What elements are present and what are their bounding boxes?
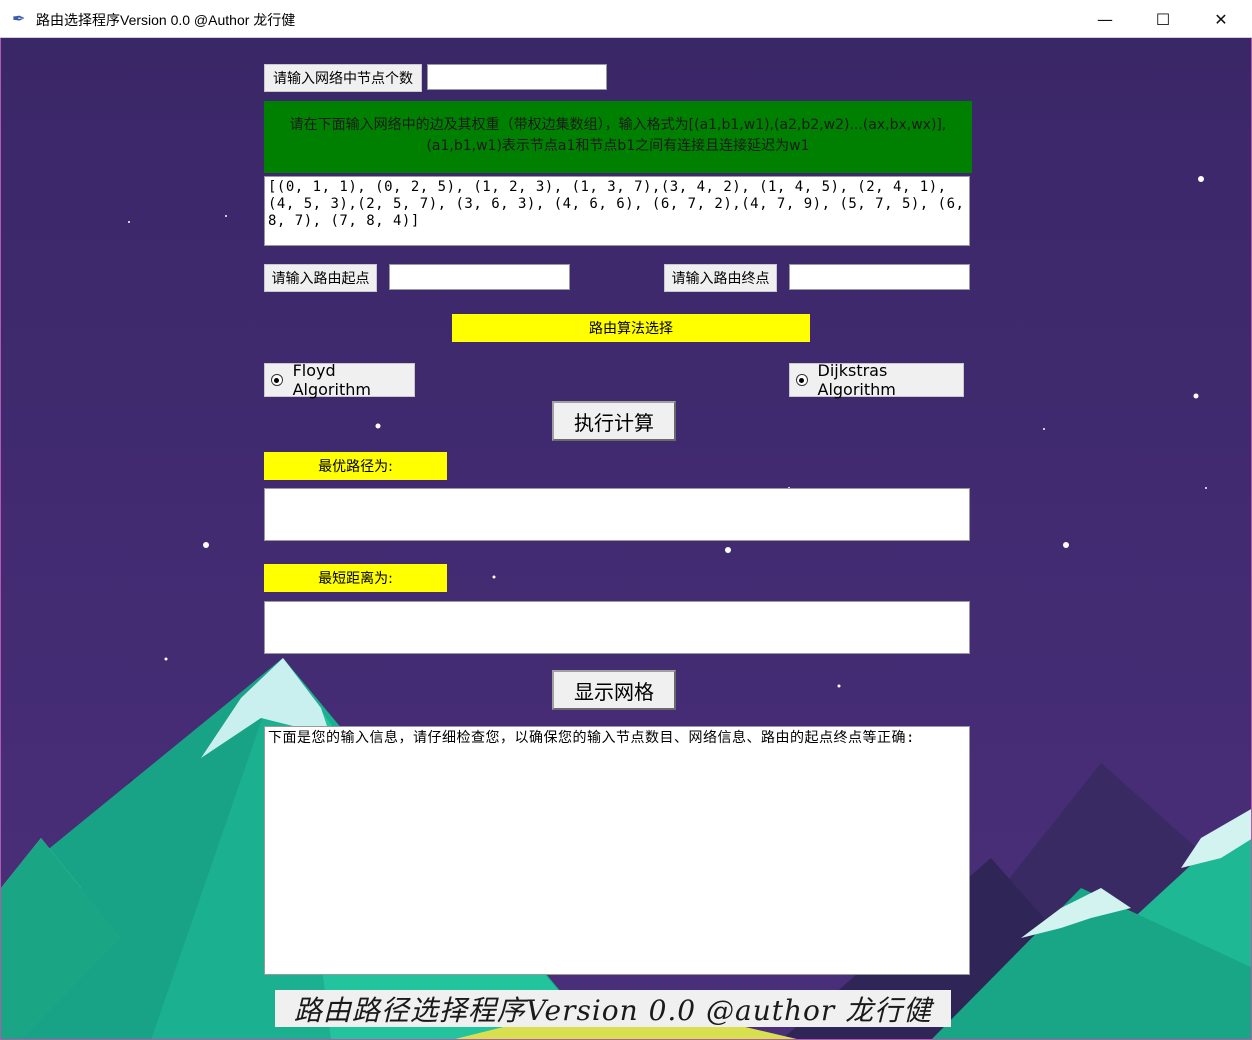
best-path-label: 最优路径为: <box>264 452 447 480</box>
shortest-distance-label: 最短距离为: <box>264 564 447 592</box>
dijkstra-radio[interactable]: Dijkstras Algorithm <box>789 361 964 399</box>
node-count-label: 请输入网络中节点个数 <box>264 64 422 92</box>
app-content: 请输入网络中节点个数 请在下面输入网络中的边及其权重（带权边集数组），输入格式为… <box>0 38 1252 1040</box>
close-button[interactable]: ✕ <box>1192 0 1250 38</box>
input-summary-textarea[interactable]: 下面是您的输入信息，请仔细检查您，以确保您的输入节点数目、网络信息、路由的起点终… <box>264 726 970 975</box>
close-icon: ✕ <box>1214 9 1228 29</box>
window-titlebar: ✒ 路由选择程序Version 0.0 @Author 龙行健 — ☐ ✕ <box>0 0 1252 38</box>
minimize-button[interactable]: — <box>1076 0 1134 38</box>
route-end-label: 请输入路由终点 <box>664 264 777 292</box>
floyd-radio[interactable]: Floyd Algorithm <box>264 361 415 399</box>
minimize-icon: — <box>1097 9 1113 29</box>
shortest-distance-output[interactable] <box>264 601 970 654</box>
footer-banner: 路由路径选择程序Version 0.0 @author 龙行健 <box>275 990 951 1027</box>
dijkstra-radio-label: Dijkstras Algorithm <box>817 361 896 399</box>
node-count-input[interactable] <box>427 64 607 90</box>
maximize-icon: ☐ <box>1155 9 1171 29</box>
route-start-input[interactable] <box>389 264 570 290</box>
route-end-input[interactable] <box>789 264 970 290</box>
edges-instruction-panel: 请在下面输入网络中的边及其权重（带权边集数组），输入格式为[(a1,b1,w1)… <box>264 101 972 173</box>
best-path-output[interactable] <box>264 488 970 541</box>
show-grid-button[interactable]: 显示网格 <box>552 670 676 710</box>
radio-selected-icon <box>271 374 283 386</box>
edges-input[interactable]: [(0, 1, 1), (0, 2, 5), (1, 2, 3), (1, 3,… <box>264 176 970 246</box>
feather-icon: ✒ <box>12 9 26 28</box>
algorithm-selection-label: 路由算法选择 <box>452 314 810 342</box>
radio-selected-icon <box>796 374 808 386</box>
window-title: 路由选择程序Version 0.0 @Author 龙行健 <box>36 12 296 28</box>
route-start-label: 请输入路由起点 <box>264 264 377 292</box>
compute-button[interactable]: 执行计算 <box>552 401 676 441</box>
floyd-radio-label: Floyd Algorithm <box>292 361 371 399</box>
maximize-button[interactable]: ☐ <box>1134 0 1192 38</box>
